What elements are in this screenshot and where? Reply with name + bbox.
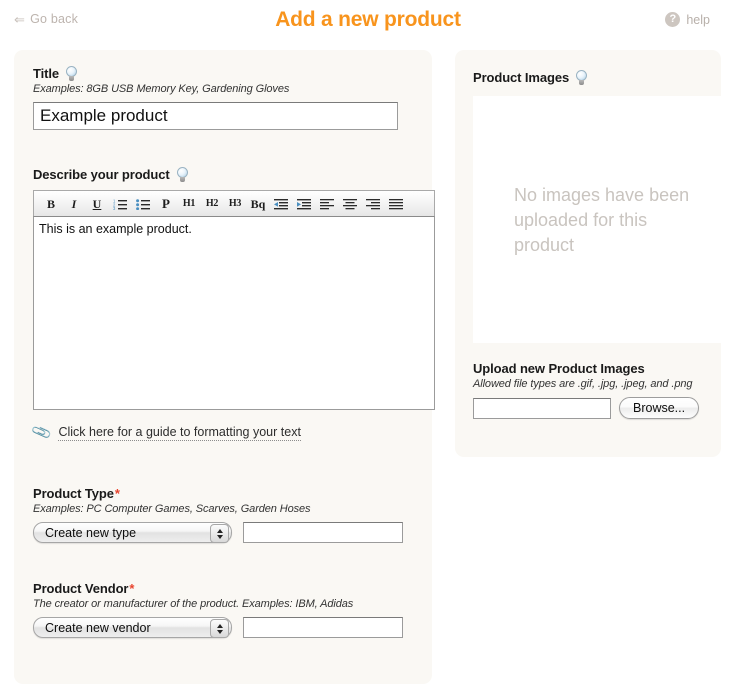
svg-text:3: 3 [113,206,116,210]
product-vendor-group: Product Vendor * The creator or manufact… [33,581,403,638]
product-images-label-row: Product Images [473,70,588,85]
upload-file-input[interactable] [473,397,611,419]
title-field-group: Title Examples: 8GB USB Memory Key, Gard… [33,66,398,130]
product-type-select[interactable]: Create new type [33,522,232,543]
help-label: help [686,12,710,27]
align-right-icon[interactable] [362,193,384,215]
product-vendor-label-row: Product Vendor * [33,581,403,596]
rich-text-editor: B I U 123 P H1 H2 H3 Bq This is an examp… [33,190,435,415]
product-vendor-controls: Create new vendor [33,617,403,638]
lightbulb-icon [575,70,588,85]
question-mark-icon: ? [665,12,681,27]
product-vendor-hint: The creator or manufacturer of the produ… [33,598,354,610]
formatting-guide-label: Click here for a guide to formatting you… [58,424,301,441]
align-left-icon[interactable] [316,193,338,215]
formatting-guide-link[interactable]: 📎 Click here for a guide to formatting y… [30,421,435,443]
product-type-input[interactable] [243,522,403,543]
top-bar: ⇐ Go back Add a new product ? help [0,0,736,44]
blockquote-icon[interactable]: Bq [247,193,269,215]
product-type-hint: Examples: PC Computer Games, Scarves, Ga… [33,503,311,515]
describe-label: Describe your product [33,167,170,182]
required-marker: * [129,581,135,596]
product-images-label: Product Images [473,70,570,85]
bold-icon[interactable]: B [40,193,62,215]
stepper-arrows-icon [210,524,229,543]
title-label: Title [33,66,59,81]
browse-button[interactable]: Browse... [619,397,700,419]
unordered-list-icon[interactable] [132,193,154,215]
italic-icon[interactable]: I [63,193,85,215]
product-vendor-label: Product Vendor [33,581,129,596]
describe-label-row: Describe your product [33,167,435,182]
product-type-select-value: Create new type [45,525,137,540]
product-type-label: Product Type [33,486,114,501]
product-type-group: Product Type * Examples: PC Computer Gam… [33,486,403,543]
required-marker: * [114,486,120,501]
title-input[interactable] [33,102,398,130]
description-textarea[interactable]: This is an example product. [33,216,435,410]
product-type-controls: Create new type [33,522,403,543]
add-product-page: ⇐ Go back Add a new product ? help Title… [0,0,736,684]
heading-3-icon[interactable]: H3 [224,193,246,215]
title-label-row: Title [33,66,398,81]
describe-field-group: Describe your product B I U 123 P H1 H2 … [30,167,435,443]
no-images-message: No images have been uploaded for this pr… [514,185,690,255]
stepper-arrows-icon [210,619,229,638]
upload-images-group: Upload new Product Images Allowed file t… [473,361,700,419]
product-details-panel: Title Examples: 8GB USB Memory Key, Gard… [14,50,435,684]
file-picker-row: Browse... [473,397,700,419]
upload-images-label: Upload new Product Images [473,361,645,376]
paragraph-icon[interactable]: P [155,193,177,215]
indent-icon[interactable] [293,193,315,215]
page-title: Add a new product [275,8,461,31]
ordered-list-icon[interactable]: 123 [109,193,131,215]
title-hint: Examples: 8GB USB Memory Key, Gardening … [33,83,290,95]
outdent-icon[interactable] [270,193,292,215]
lightbulb-icon [176,167,189,182]
heading-2-icon[interactable]: H2 [201,193,223,215]
upload-hint: Allowed file types are .gif, .jpg, .jpeg… [473,378,693,390]
heading-1-icon[interactable]: H1 [178,193,200,215]
product-vendor-select-value: Create new vendor [45,620,151,635]
paperclip-icon: 📎 [30,421,53,443]
help-link[interactable]: ? help [665,12,710,27]
product-vendor-input[interactable] [243,617,403,638]
product-vendor-select[interactable]: Create new vendor [33,617,232,638]
align-justify-icon[interactable] [385,193,407,215]
align-center-icon[interactable] [339,193,361,215]
lightbulb-icon [65,66,78,81]
upload-label-row: Upload new Product Images [473,361,699,376]
editor-toolbar: B I U 123 P H1 H2 H3 Bq [33,190,435,216]
product-type-label-row: Product Type * [33,486,403,501]
underline-icon[interactable]: U [86,193,108,215]
